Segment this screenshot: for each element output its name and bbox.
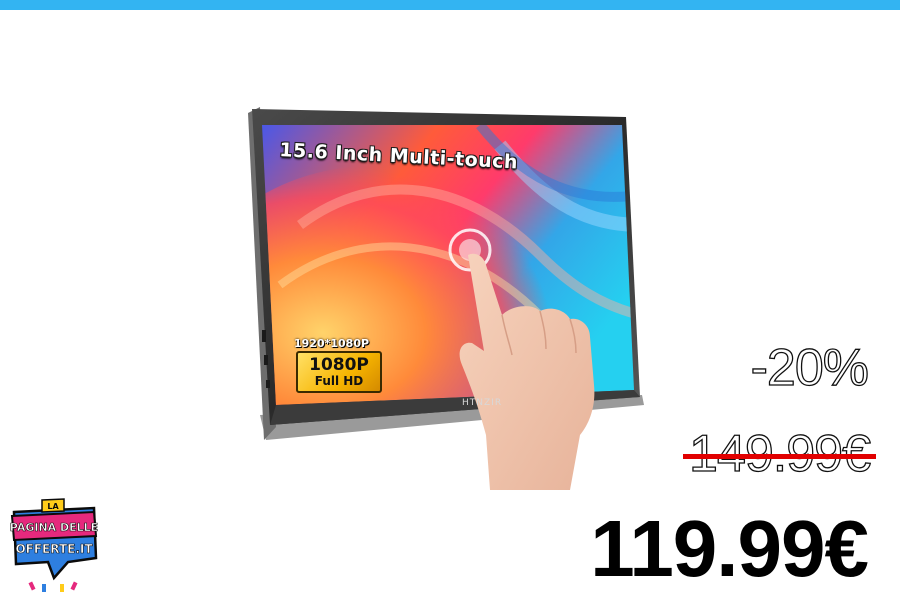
pagina-delle-offerte-logo: LA PAGINA DELLE OFFERTE.IT bbox=[9, 498, 99, 592]
brand-label: HTNZIR bbox=[462, 398, 503, 408]
svg-text:LA: LA bbox=[47, 502, 59, 511]
discount-percentage: -20% bbox=[750, 338, 870, 397]
top-accent-bar bbox=[0, 0, 900, 10]
resolution-label: 1920*1080P bbox=[294, 337, 370, 350]
svg-text:PAGINA DELLE: PAGINA DELLE bbox=[10, 521, 98, 534]
svg-text:OFFERTE.IT: OFFERTE.IT bbox=[15, 542, 93, 556]
old-price-container: 149.99€ bbox=[683, 424, 876, 484]
product-image: 15.6 Inch Multi-touch 1920*1080P 1080P F… bbox=[240, 105, 660, 490]
badge-resolution: 1080P bbox=[309, 355, 369, 375]
new-price: 119.99€ bbox=[590, 504, 869, 593]
old-price: 149.99€ bbox=[683, 424, 876, 484]
full-hd-badge: 1080P Full HD bbox=[296, 351, 382, 393]
badge-full-hd: Full HD bbox=[314, 374, 364, 388]
strikethrough-line bbox=[683, 454, 876, 459]
site-logo: LA PAGINA DELLE OFFERTE.IT bbox=[8, 498, 100, 594]
